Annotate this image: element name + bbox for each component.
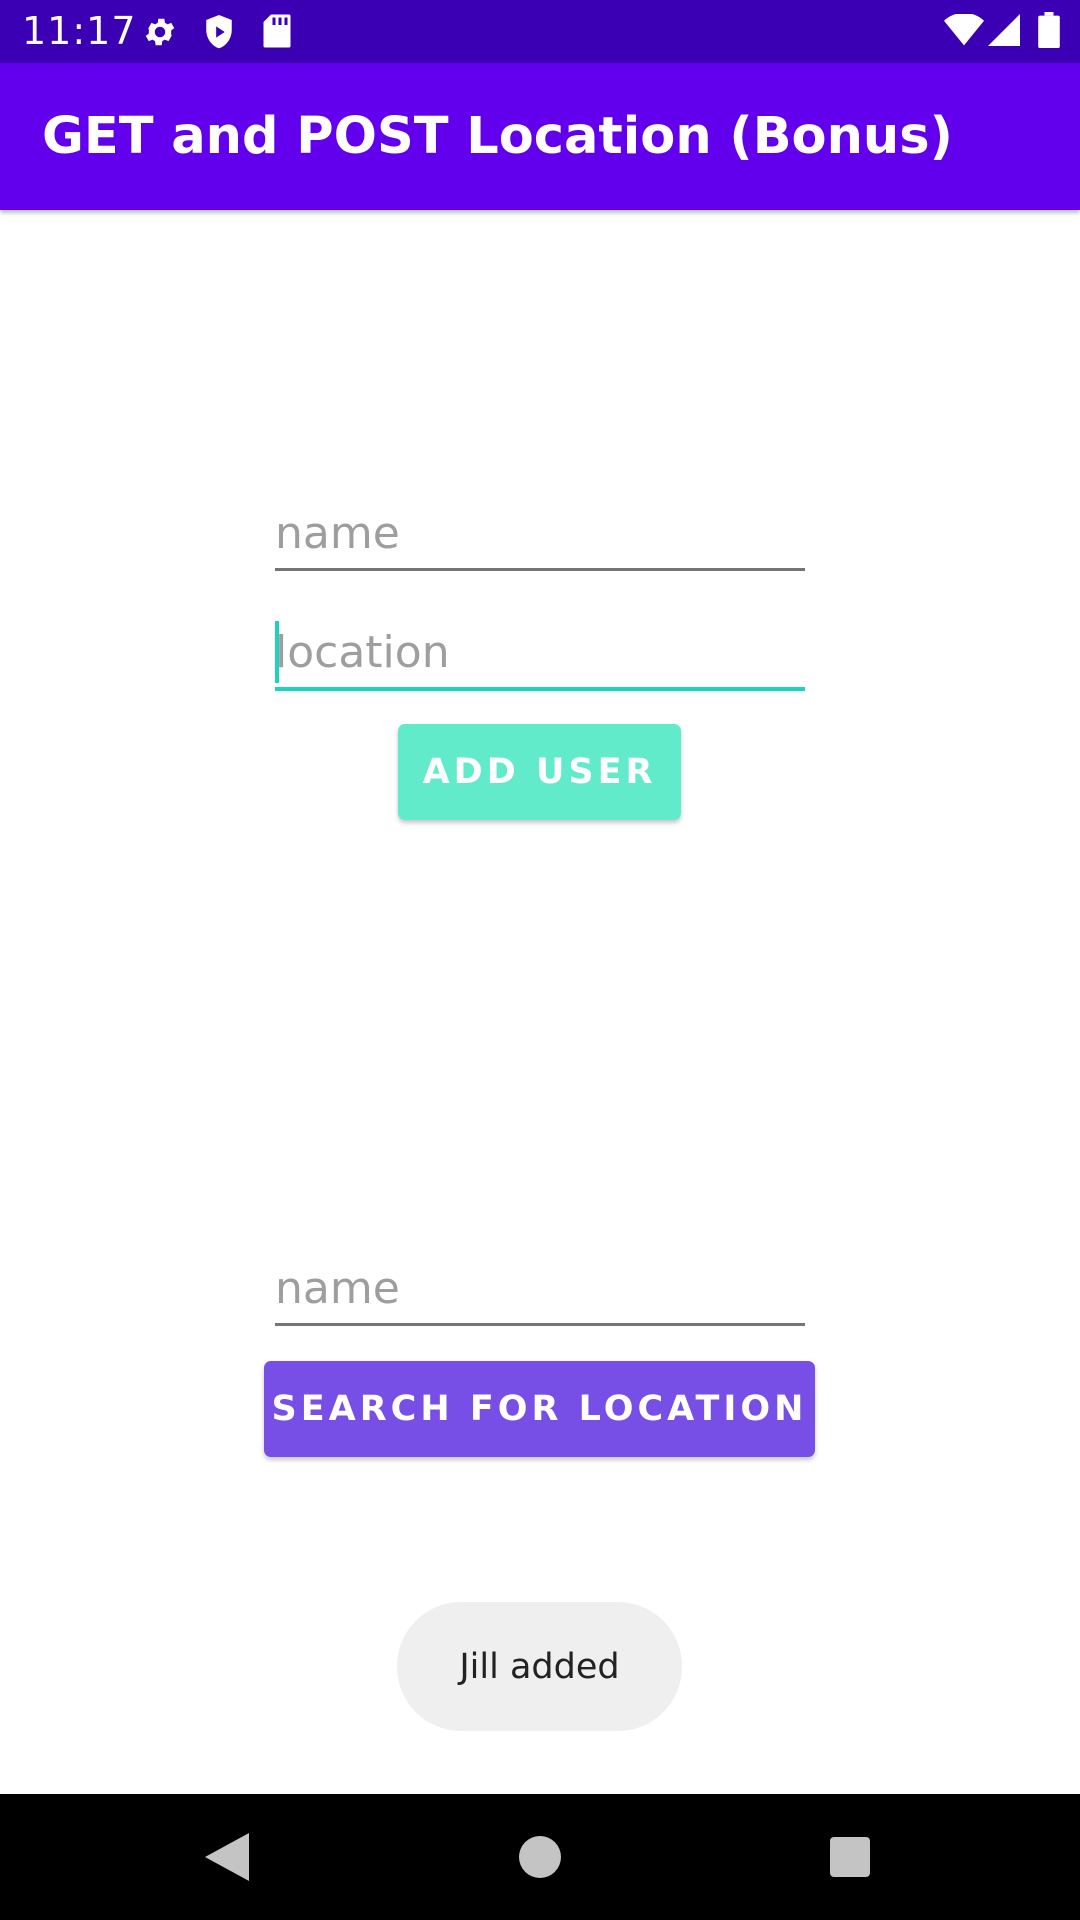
status-bar: 11:17 xyxy=(0,0,1080,63)
sd-card-icon xyxy=(262,13,292,54)
add-name-field[interactable] xyxy=(275,498,805,571)
shield-icon xyxy=(202,13,236,56)
gear-icon xyxy=(142,14,178,55)
recents-icon[interactable] xyxy=(787,1794,913,1920)
search-name-field[interactable] xyxy=(275,1253,805,1326)
search-for-location-button[interactable]: SEARCH FOR LOCATION xyxy=(264,1361,815,1457)
status-time: 11:17 xyxy=(22,9,137,53)
navigation-bar xyxy=(0,1794,1080,1920)
add-name-input[interactable] xyxy=(275,498,805,568)
search-name-input[interactable] xyxy=(275,1253,805,1323)
app-title: GET and POST Location (Bonus) xyxy=(42,107,953,166)
app-bar: GET and POST Location (Bonus) xyxy=(0,63,1080,210)
search-name-underline xyxy=(275,1323,805,1326)
add-location-underline xyxy=(275,687,805,691)
signal-icon xyxy=(988,14,1020,51)
back-icon[interactable] xyxy=(164,1794,290,1920)
add-location-field[interactable] xyxy=(275,617,805,691)
add-name-underline xyxy=(275,568,805,571)
toast-message: Jill added xyxy=(397,1602,682,1731)
home-icon[interactable] xyxy=(477,1794,603,1920)
add-location-input[interactable] xyxy=(275,617,805,687)
add-user-button[interactable]: ADD USER xyxy=(398,724,681,820)
wifi-icon xyxy=(944,12,984,51)
battery-icon xyxy=(1038,12,1060,53)
